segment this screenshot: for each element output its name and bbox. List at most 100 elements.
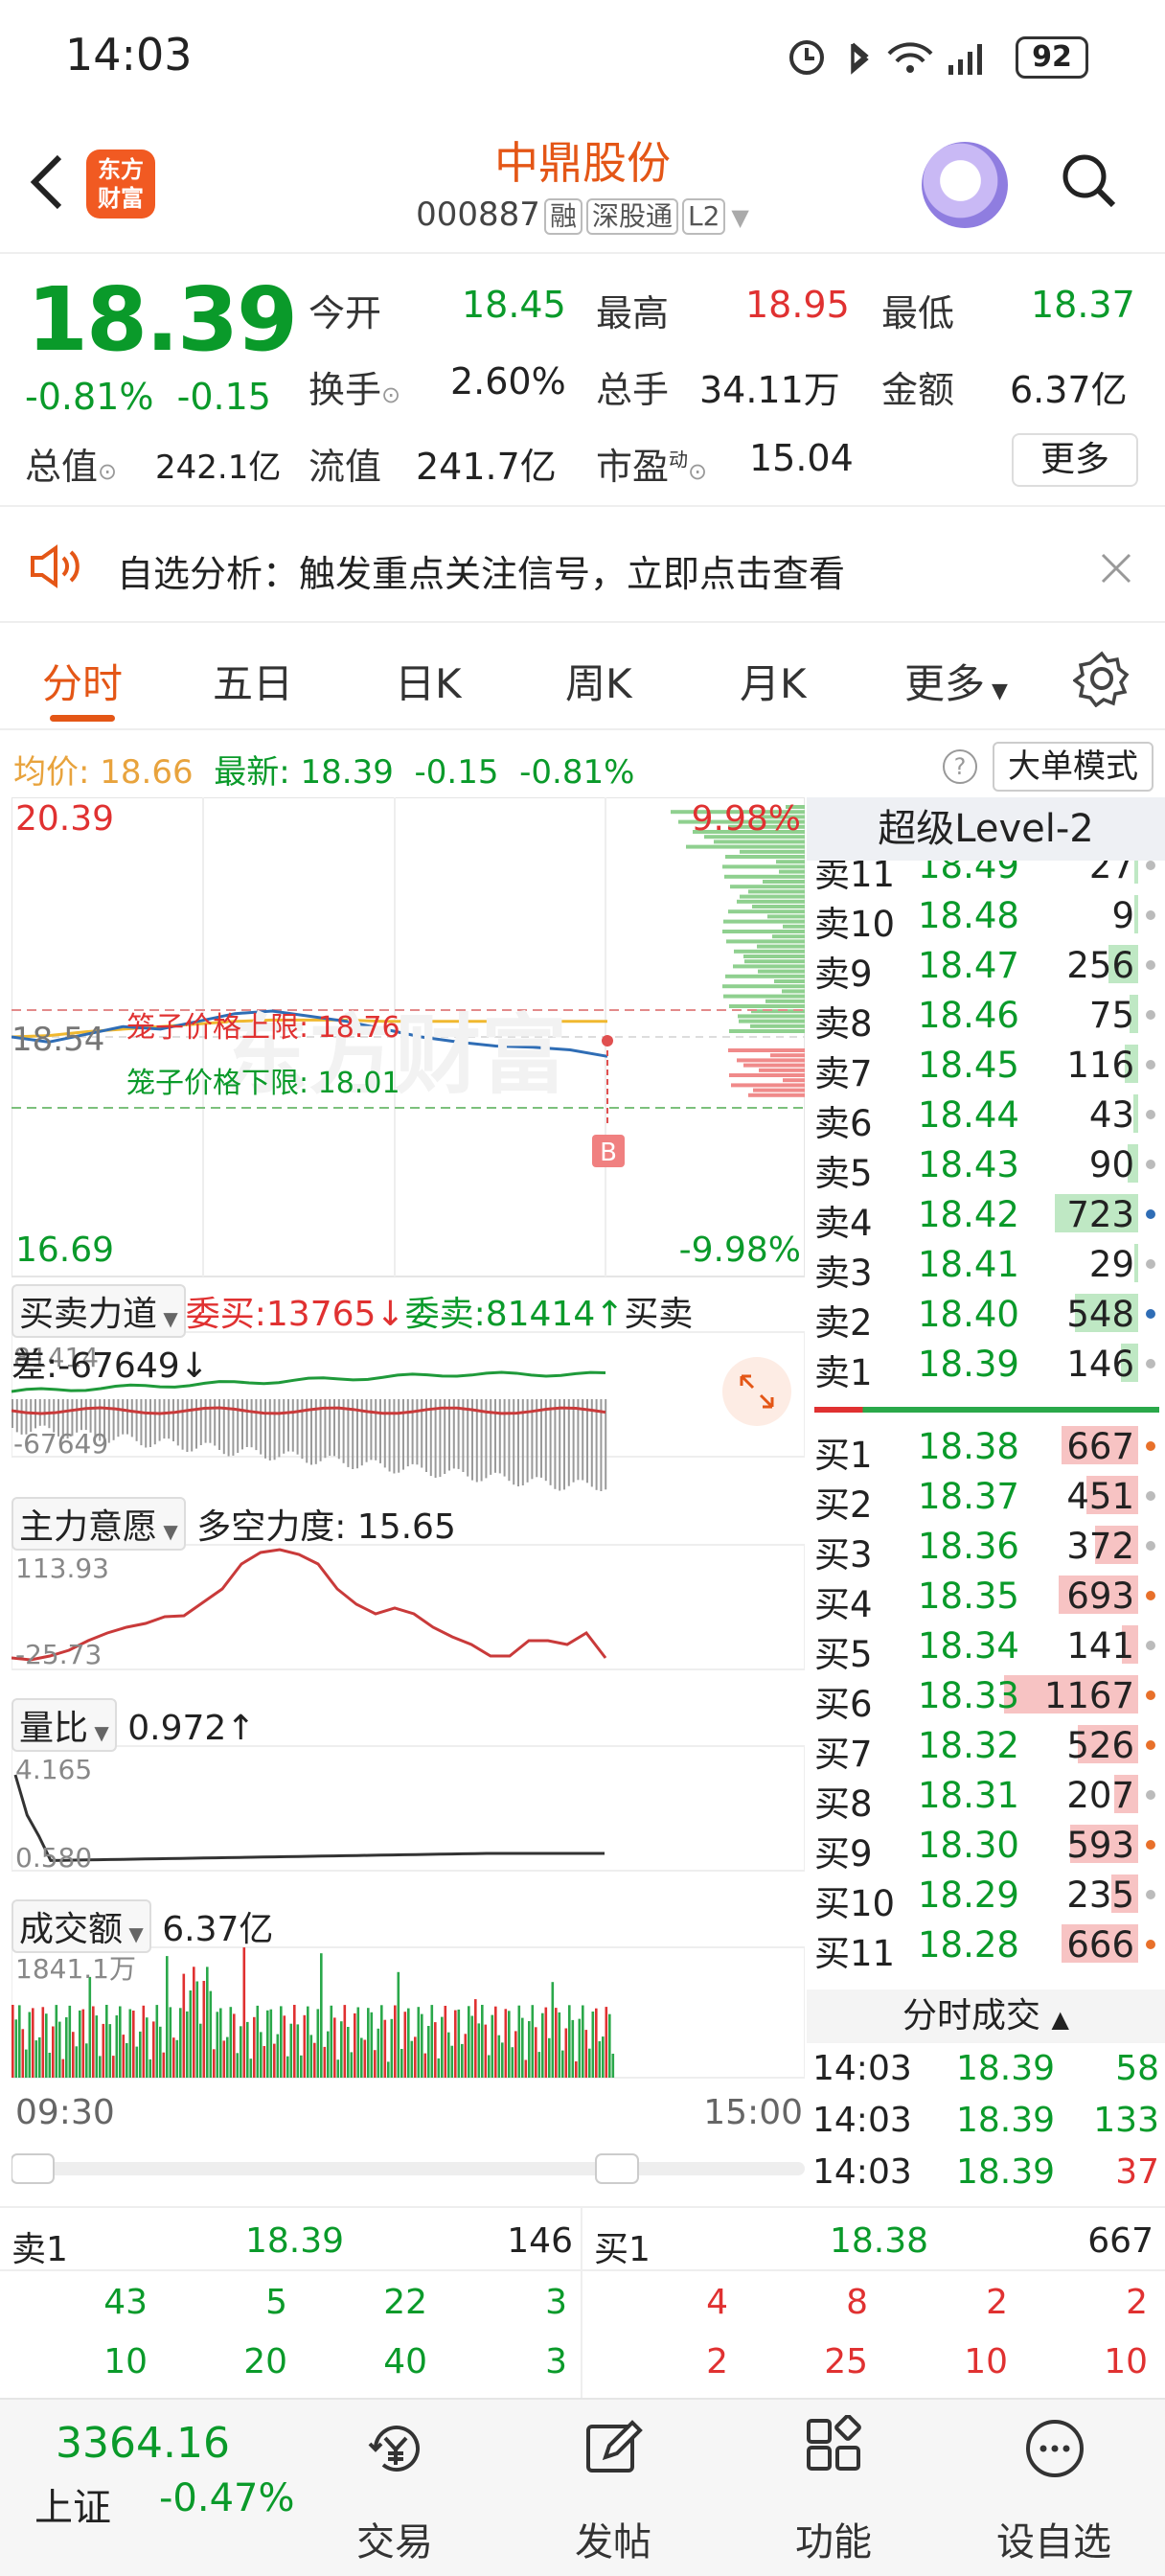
amount-bar [88, 1976, 92, 2078]
big-order-mode-button[interactable]: 大单模式 [993, 742, 1154, 792]
histogram-bar [770, 1053, 805, 1058]
histogram-bar [779, 869, 805, 874]
help-icon[interactable]: ? [943, 749, 977, 784]
range-handle-right[interactable] [595, 2153, 639, 2184]
bid-dot [1146, 1491, 1155, 1501]
assistant-avatar-icon[interactable] [922, 142, 1008, 228]
bid-row[interactable]: 买11 18.28 666 [807, 1919, 1165, 1974]
amount-bar [119, 2006, 122, 2078]
amount-bar [340, 2021, 343, 2078]
low-label: 最低 [881, 292, 955, 334]
amount-bar [457, 2009, 461, 2078]
ask-row[interactable]: 卖3 18.41 29 [807, 1238, 1165, 1294]
bid-row[interactable]: 买3 18.36 372 [807, 1520, 1165, 1576]
tab-intraday[interactable]: 分时 [42, 652, 123, 710]
amount-bar [544, 2007, 548, 2078]
bid-row[interactable]: 买9 18.30 593 [807, 1819, 1165, 1874]
nav-trade[interactable]: 交易 [328, 2511, 462, 2566]
tab-five-day[interactable]: 五日 [213, 652, 293, 710]
ask-row[interactable]: 卖6 18.44 43 [807, 1089, 1165, 1144]
tab-daily-k[interactable]: 日K [395, 652, 462, 710]
amount-bar [491, 2014, 494, 2078]
intraday-chart[interactable]: B 东方财富 20.39 16.69 9.98% -9.98% 18.54 笼子… [11, 796, 806, 2239]
diff-bar [508, 1399, 511, 1482]
amount-bar [548, 2037, 551, 2078]
amount-bar [146, 2017, 148, 2078]
amount-bar [461, 2043, 464, 2078]
more-button[interactable]: 更多 [1012, 433, 1138, 487]
time-start: 09:30 [15, 2093, 115, 2132]
tab-monthly-k[interactable]: 月K [740, 652, 807, 710]
buy-marker[interactable]: B [600, 1138, 617, 1167]
amount-bar [598, 2041, 602, 2078]
diff-bar [186, 1399, 189, 1452]
amount-bar [28, 2012, 32, 2078]
nav-post[interactable]: 发帖 [546, 2511, 680, 2566]
ask-row[interactable]: 卖9 18.47 256 [807, 939, 1165, 995]
bid-row[interactable]: 买4 18.35 693 [807, 1570, 1165, 1625]
bid-row[interactable]: 买8 18.31 207 [807, 1769, 1165, 1825]
amount-bar [400, 2049, 403, 2078]
bid-row[interactable]: 买1 18.38 667 [807, 1420, 1165, 1476]
bid-price: 18.32 [918, 1725, 1019, 1766]
diff-bar [544, 1399, 547, 1482]
ask-row[interactable]: 卖4 18.42 723 [807, 1188, 1165, 1244]
ask-row[interactable]: 卖8 18.46 75 [807, 989, 1165, 1045]
low-value: 18.37 [1031, 284, 1135, 326]
amount-bar [407, 2008, 410, 2078]
index-value[interactable]: 3364.16 [56, 2419, 230, 2468]
dropdown-caret-icon[interactable]: ▼ [731, 204, 748, 231]
tab-weekly-k[interactable]: 周K [565, 652, 632, 710]
bid-row[interactable]: 买6 18.33 1167 [807, 1669, 1165, 1725]
trade-row: 14:03 18.39 37 [812, 2152, 1159, 2202]
diff-bar [245, 1399, 248, 1447]
amount-bar [126, 2043, 128, 2078]
trades-header[interactable]: 分时成交 ▲ [807, 1990, 1165, 2043]
ask-dot [1146, 1259, 1155, 1269]
ask-row[interactable]: 卖7 18.45 116 [807, 1039, 1165, 1094]
time-end: 15:00 [703, 2093, 803, 2132]
amount-dropdown[interactable]: 成交额 ▼ [11, 1899, 151, 1953]
bottom-book-cell: 22 [383, 2283, 427, 2322]
ask-row[interactable]: 卖5 18.43 90 [807, 1138, 1165, 1194]
nav-functions[interactable]: 功能 [766, 2511, 901, 2566]
settings-gear-icon[interactable] [1073, 650, 1131, 707]
diff-bar [209, 1399, 212, 1443]
ask-row[interactable]: 卖10 18.48 9 [807, 889, 1165, 945]
search-icon[interactable] [1060, 151, 1117, 209]
histogram-bar [729, 1073, 805, 1077]
bid-row[interactable]: 买5 18.34 141 [807, 1620, 1165, 1675]
bid-row[interactable]: 买10 18.29 235 [807, 1869, 1165, 1924]
nav-add-watchlist[interactable]: 设自选 [987, 2511, 1121, 2566]
bottom-book-cell: 2 [706, 2342, 728, 2381]
amount-bar [423, 2053, 427, 2078]
ask-row[interactable]: 卖11 18.49 27 [807, 861, 1165, 895]
amount-bar [497, 2035, 501, 2078]
bottom-sell-price: 18.39 [245, 2221, 345, 2261]
amount-bar [441, 2016, 444, 2078]
histogram-bar [743, 954, 805, 958]
tab-indicator [50, 715, 115, 722]
ask-row[interactable]: 卖2 18.40 548 [807, 1288, 1165, 1344]
volume-ratio-dropdown[interactable]: 量比 ▼ [11, 1698, 117, 1752]
bid-row[interactable]: 买2 18.37 451 [807, 1470, 1165, 1526]
amount-bar [535, 2027, 537, 2078]
close-icon[interactable] [1100, 552, 1132, 585]
ask-row[interactable]: 卖1 18.39 146 [807, 1338, 1165, 1393]
diff-bar [112, 1399, 115, 1440]
main-force-dropdown[interactable]: 主力意愿 ▼ [11, 1497, 186, 1551]
diff-bar [84, 1399, 87, 1431]
histogram-bar [753, 1088, 805, 1092]
tab-more[interactable]: 更多 ▼ [904, 652, 1008, 710]
buysell-dropdown[interactable]: 买卖力道 ▼ [11, 1284, 186, 1338]
diff-bar [398, 1399, 400, 1473]
main-force-header: 主力意愿 ▼ 多空力度: 15.65 [11, 1497, 456, 1551]
amount-bar [450, 2045, 454, 2078]
diff-bar [567, 1399, 570, 1486]
diff-bar [140, 1399, 143, 1446]
bid-row[interactable]: 买7 18.32 526 [807, 1719, 1165, 1775]
amount-bar [102, 2023, 105, 2078]
range-handle-left[interactable] [11, 2153, 55, 2184]
amount-bar [206, 1966, 209, 2078]
bs-bottom: -67649 [13, 1428, 108, 1460]
